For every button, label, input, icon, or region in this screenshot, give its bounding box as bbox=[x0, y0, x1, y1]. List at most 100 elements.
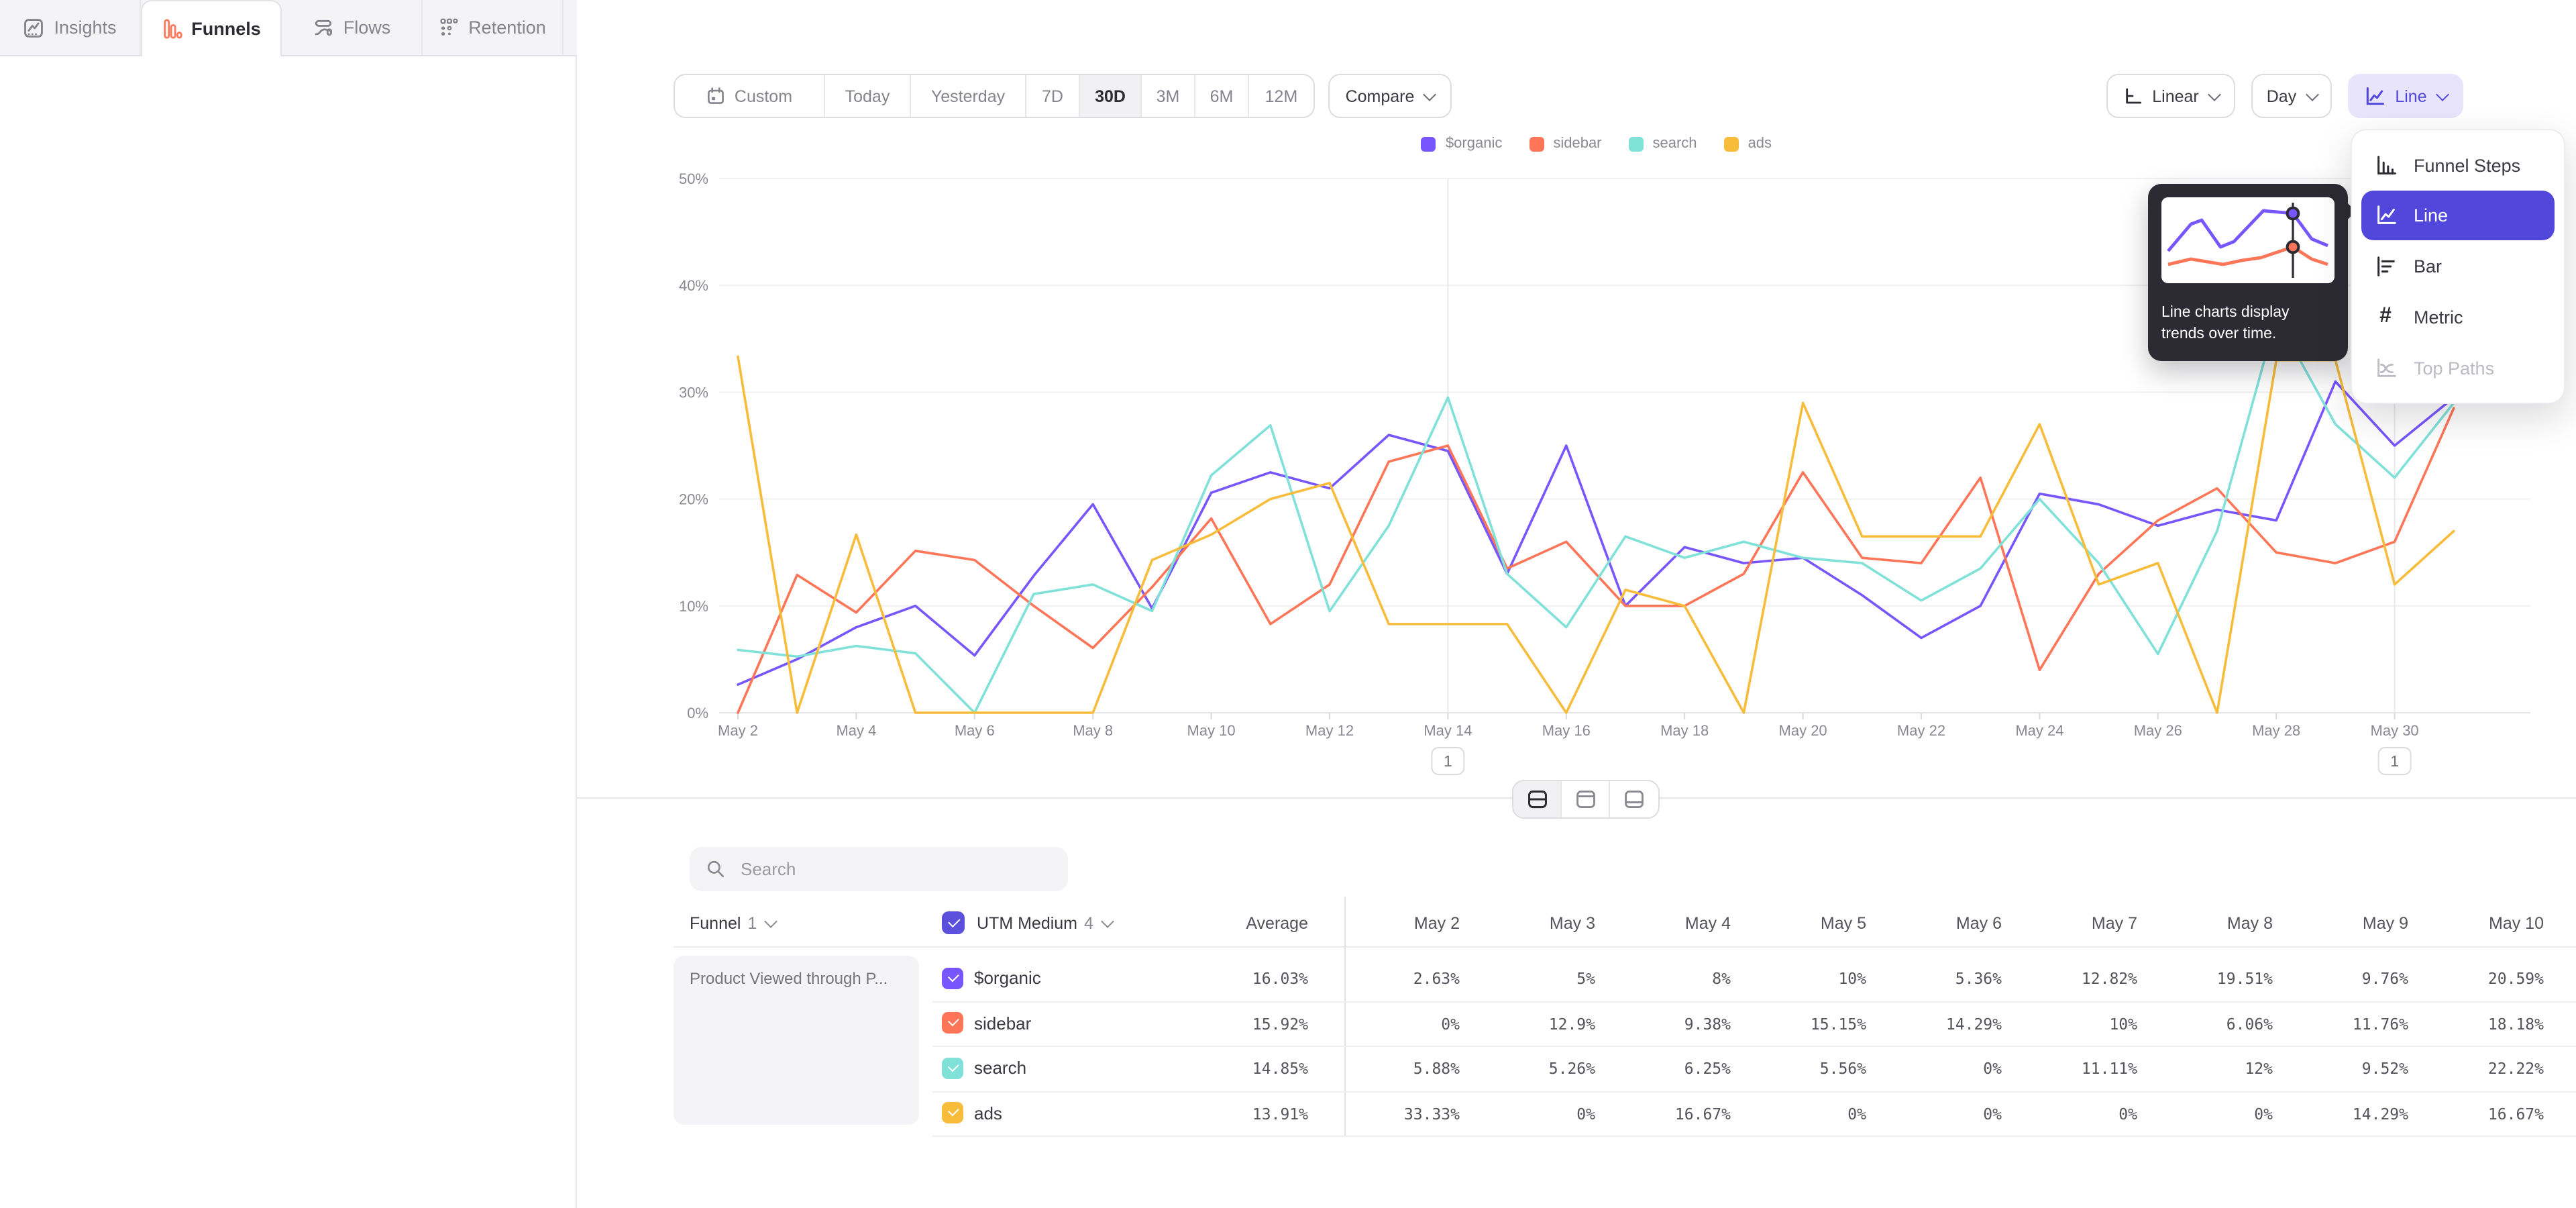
x-axis-label: May 26 bbox=[2134, 722, 2182, 739]
series-line-$organic[interactable] bbox=[738, 381, 2454, 685]
x-axis-label: May 24 bbox=[2015, 722, 2063, 739]
y-axis-label: 30% bbox=[679, 384, 708, 401]
date-range-custom[interactable]: Custom bbox=[675, 75, 825, 117]
search-input[interactable] bbox=[738, 858, 1038, 880]
line-chart-icon bbox=[2364, 85, 2385, 107]
cell-value: 0% bbox=[1576, 1104, 1595, 1123]
x-axis-label: May 16 bbox=[1542, 722, 1591, 739]
cell-value: 5.56% bbox=[1820, 1059, 1866, 1078]
average-value: 16.03% bbox=[1252, 969, 1308, 988]
cell-value: 11.76% bbox=[2353, 1014, 2408, 1033]
date-range-7d[interactable]: 7D bbox=[1026, 75, 1080, 117]
date-range-6m[interactable]: 6M bbox=[1195, 75, 1249, 117]
cell-value: 5.36% bbox=[1955, 969, 2002, 988]
top-paths-icon bbox=[2372, 356, 2399, 379]
series-checkbox[interactable] bbox=[942, 1057, 963, 1078]
series-checkbox[interactable] bbox=[942, 967, 963, 989]
legend-item[interactable]: sidebar bbox=[1529, 136, 1601, 152]
breakdown-column-header[interactable]: UTM Medium 4 bbox=[977, 914, 1112, 933]
date-range-yesterday[interactable]: Yesterday bbox=[911, 75, 1026, 117]
date-column-header: May 9 bbox=[2363, 914, 2408, 933]
table-search[interactable] bbox=[690, 847, 1068, 891]
interval-dropdown[interactable]: Day bbox=[2251, 74, 2332, 118]
cell-value: 14.29% bbox=[2353, 1104, 2408, 1123]
legend-item[interactable]: $organic bbox=[1421, 136, 1502, 152]
chevron-down-icon bbox=[2208, 88, 2221, 101]
metric-icon: # bbox=[2372, 305, 2399, 329]
view-toggle-split[interactable] bbox=[1513, 781, 1562, 817]
tab-funnels-label: Funnels bbox=[191, 19, 261, 39]
funnel-column-header[interactable]: Funnel 1 bbox=[690, 914, 775, 933]
series-label: sidebar bbox=[974, 1013, 1031, 1033]
cell-value: 15.15% bbox=[1811, 1014, 1866, 1033]
linear-scale-icon bbox=[2123, 86, 2143, 106]
chart-type-dropdown[interactable]: Line bbox=[2348, 74, 2463, 118]
x-axis-label: May 12 bbox=[1305, 722, 1354, 739]
table-row-sidebar[interactable]: sidebar15.92%0%12.9%9.38%15.15%14.29%10%… bbox=[932, 1001, 2576, 1047]
scale-dropdown[interactable]: Linear bbox=[2106, 74, 2235, 118]
tab-retention[interactable]: Retention bbox=[423, 0, 564, 55]
cell-value: 22.22% bbox=[2488, 1059, 2544, 1078]
table-row-$organic[interactable]: $organic16.03%2.63%5%8%10%5.36%12.82%19.… bbox=[932, 956, 2576, 1002]
date-column-header: May 5 bbox=[1821, 914, 1866, 933]
breakdown-select-all-checkbox[interactable] bbox=[942, 911, 965, 934]
chevron-down-icon bbox=[764, 915, 777, 929]
report-tabs: Insights Funnels Flows Retention bbox=[0, 0, 577, 56]
tab-insights[interactable]: Insights bbox=[0, 0, 141, 55]
date-column-header: May 7 bbox=[2092, 914, 2137, 933]
view-toggle-table[interactable] bbox=[1610, 781, 1658, 817]
cell-value: 6.06% bbox=[2226, 1014, 2273, 1033]
y-axis-label: 20% bbox=[679, 491, 708, 508]
series-checkbox[interactable] bbox=[942, 1012, 963, 1034]
cell-value: 0% bbox=[2254, 1104, 2273, 1123]
average-column-header: Average bbox=[1246, 914, 1308, 933]
menu-item-metric[interactable]: # Metric bbox=[2352, 291, 2564, 342]
date-range-3m[interactable]: 3M bbox=[1142, 75, 1195, 117]
y-axis-label: 50% bbox=[679, 170, 708, 187]
cell-value: 12.9% bbox=[1549, 1014, 1595, 1033]
compare-button[interactable]: Compare bbox=[1328, 74, 1452, 118]
cell-value: 0% bbox=[2118, 1104, 2137, 1123]
date-column-header: May 6 bbox=[1956, 914, 2002, 933]
x-axis-label: May 6 bbox=[955, 722, 995, 739]
table-row-ads[interactable]: ads13.91%33.33%0%16.67%0%0%0%0%14.29%16.… bbox=[932, 1091, 2576, 1137]
line-icon bbox=[2372, 204, 2399, 227]
date-range-30d[interactable]: 30D bbox=[1080, 75, 1142, 117]
cell-value: 10% bbox=[2109, 1014, 2137, 1033]
series-checkbox[interactable] bbox=[942, 1102, 963, 1123]
menu-item-bar[interactable]: Bar bbox=[2352, 240, 2564, 291]
series-line-sidebar[interactable] bbox=[738, 408, 2454, 713]
cell-value: 12% bbox=[2245, 1059, 2273, 1078]
funnel-steps-icon bbox=[2372, 154, 2399, 177]
legend-item[interactable]: ads bbox=[1724, 136, 1772, 152]
x-axis-label: May 10 bbox=[1187, 722, 1236, 739]
tab-funnels[interactable]: Funnels bbox=[141, 0, 282, 56]
date-range-control: Custom Today Yesterday 7D 30D 3M 6M 12M bbox=[674, 74, 1315, 118]
funnel-name-cell[interactable]: Product Viewed through P... bbox=[674, 956, 919, 1125]
menu-item-top-paths[interactable]: Top Paths bbox=[2352, 342, 2564, 393]
cell-value: 5.88% bbox=[1413, 1059, 1460, 1078]
y-axis-label: 40% bbox=[679, 277, 708, 294]
date-column-header: May 10 bbox=[2489, 914, 2544, 933]
tab-flows[interactable]: Flows bbox=[282, 0, 423, 55]
legend-swatch bbox=[1629, 136, 1644, 151]
cell-value: 0% bbox=[1983, 1059, 2002, 1078]
series-line-ads[interactable] bbox=[738, 356, 2454, 713]
menu-item-line[interactable]: Line bbox=[2361, 191, 2555, 240]
legend-swatch bbox=[1724, 136, 1739, 151]
date-column-header: May 4 bbox=[1685, 914, 1731, 933]
insights-icon bbox=[23, 17, 44, 38]
tab-retention-label: Retention bbox=[468, 17, 546, 38]
series-label: search bbox=[974, 1058, 1026, 1078]
menu-item-funnel-steps[interactable]: Funnel Steps bbox=[2352, 140, 2564, 191]
cell-value: 12.82% bbox=[2082, 969, 2137, 988]
legend-item[interactable]: search bbox=[1629, 136, 1697, 152]
cell-value: 20.59% bbox=[2488, 969, 2544, 988]
table-row-search[interactable]: search14.85%5.88%5.26%6.25%5.56%0%11.11%… bbox=[932, 1046, 2576, 1092]
chart-type-tooltip: Line charts display trends over time. bbox=[2148, 184, 2348, 361]
date-range-today[interactable]: Today bbox=[825, 75, 911, 117]
date-range-12m[interactable]: 12M bbox=[1249, 75, 1313, 117]
chart-type-menu: Funnel Steps Line Bar # Metric Top Paths bbox=[2351, 129, 2565, 404]
view-toggle-chart[interactable] bbox=[1562, 781, 1610, 817]
x-axis-label: May 8 bbox=[1073, 722, 1113, 739]
